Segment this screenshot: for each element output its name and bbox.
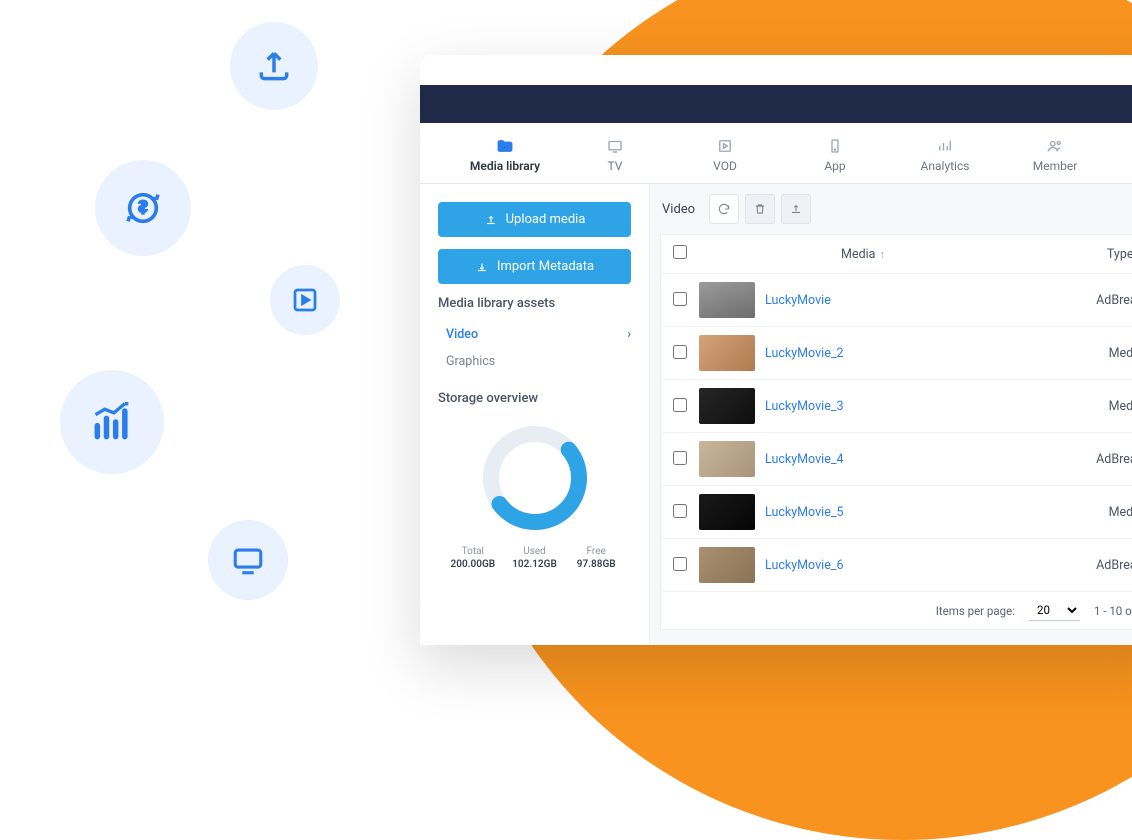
feature-monetize-icon — [95, 160, 191, 256]
table-pager: Items per page: 20 1 - 10 of 6 — [661, 592, 1132, 629]
table-row: LuckyMovie_6 AdBreak — [661, 539, 1132, 592]
row-checkbox[interactable] — [673, 345, 687, 359]
refresh-button[interactable] — [709, 194, 739, 224]
table-header: Media↑ Type↑ — [661, 235, 1132, 274]
media-type: AdBreak — [1027, 558, 1132, 573]
phone-icon — [790, 137, 880, 155]
pager-label: Items per page: — [936, 604, 1015, 618]
feature-analytics-icon — [60, 370, 164, 474]
media-thumbnail — [699, 388, 755, 424]
media-type: Media — [1027, 346, 1132, 361]
app-window: Media library TV VOD App Analytics Member Upl… — [420, 55, 1132, 645]
media-name-link[interactable]: LuckyMovie_3 — [765, 399, 844, 414]
tab-app[interactable]: App — [780, 123, 890, 183]
pager-range: 1 - 10 of 6 — [1094, 604, 1132, 618]
tab-label: Analytics — [900, 159, 990, 173]
upload-media-button[interactable]: Upload media — [438, 202, 631, 237]
import-metadata-button[interactable]: Import Metadata — [438, 249, 631, 284]
tab-label: TV — [570, 159, 660, 173]
tab-label: Member — [1010, 159, 1100, 173]
tab-member[interactable]: Member — [1000, 123, 1110, 183]
toolbar-context-label: Video — [662, 202, 695, 217]
tab-media-library[interactable]: Media library — [450, 123, 560, 183]
media-thumbnail — [699, 282, 755, 318]
export-button[interactable] — [781, 194, 811, 224]
feature-play-icon — [270, 265, 340, 335]
media-thumbnail — [699, 441, 755, 477]
asset-item-graphics[interactable]: Graphics — [446, 348, 631, 375]
media-thumbnail — [699, 494, 755, 530]
delete-button[interactable] — [745, 194, 775, 224]
media-name-link[interactable]: LuckyMovie_5 — [765, 505, 844, 520]
tab-analytics[interactable]: Analytics — [890, 123, 1000, 183]
import-metadata-label: Import Metadata — [497, 259, 594, 274]
media-name-link[interactable]: LuckyMovie_4 — [765, 452, 844, 467]
feature-upload-icon — [230, 22, 318, 110]
upload-media-label: Upload media — [506, 212, 586, 227]
tab-label: VOD — [680, 159, 770, 173]
asset-list: Video›Graphics — [438, 321, 631, 375]
member-icon — [1010, 137, 1100, 155]
feature-monitor-icon — [208, 520, 288, 600]
tv-icon — [570, 137, 660, 155]
table-row: LuckyMovie AdBreak — [661, 274, 1132, 327]
media-table: Media↑ Type↑ LuckyMovieAdBreakLuckyMovie… — [660, 234, 1132, 630]
storage-total-label: Total — [442, 546, 504, 557]
analytics-icon — [900, 137, 990, 155]
sidebar: Upload media Import Metadata Media libra… — [420, 184, 650, 645]
table-row: LuckyMovie_4 AdBreak — [661, 433, 1132, 486]
media-type: AdBreak — [1027, 293, 1132, 308]
media-type: Media — [1027, 505, 1132, 520]
storage-donut — [475, 418, 595, 538]
top-navbar — [420, 85, 1132, 123]
select-all-checkbox[interactable] — [673, 245, 687, 259]
media-name-link[interactable]: LuckyMovie — [765, 293, 831, 308]
media-type: AdBreak — [1027, 452, 1132, 467]
table-row: LuckyMovie_3 Media — [661, 380, 1132, 433]
row-checkbox[interactable] — [673, 292, 687, 306]
storage-free-label: Free — [565, 546, 627, 557]
sort-asc-icon: ↑ — [879, 248, 885, 261]
tab-vod[interactable]: VOD — [670, 123, 780, 183]
folder-icon — [460, 137, 550, 155]
storage-free-value: 97.88GB — [565, 559, 627, 570]
row-checkbox[interactable] — [673, 504, 687, 518]
row-checkbox[interactable] — [673, 451, 687, 465]
tab-label: Media library — [460, 159, 550, 173]
table-toolbar: Video — [650, 184, 1132, 234]
items-per-page-select[interactable]: 20 — [1029, 600, 1080, 621]
table-row: LuckyMovie_5 Media — [661, 486, 1132, 539]
row-checkbox[interactable] — [673, 557, 687, 571]
media-name-link[interactable]: LuckyMovie_6 — [765, 558, 844, 573]
column-media-header[interactable]: Media↑ — [699, 247, 1027, 262]
media-type: Media — [1027, 399, 1132, 414]
table-row: LuckyMovie_2 Media — [661, 327, 1132, 380]
storage-total-value: 200.00GB — [442, 559, 504, 570]
main-tabs: Media library TV VOD App Analytics Member — [420, 123, 1132, 184]
column-type-header[interactable]: Type↑ — [1027, 247, 1132, 262]
media-name-link[interactable]: LuckyMovie_2 — [765, 346, 844, 361]
tab-label: App — [790, 159, 880, 173]
play-icon — [680, 137, 770, 155]
asset-item-video[interactable]: Video› — [446, 321, 631, 348]
media-thumbnail — [699, 547, 755, 583]
assets-section-title: Media library assets — [438, 296, 631, 311]
row-checkbox[interactable] — [673, 398, 687, 412]
storage-used-value: 102.12GB — [504, 559, 566, 570]
tab-tv[interactable]: TV — [560, 123, 670, 183]
chevron-right-icon: › — [627, 327, 631, 342]
window-titlebar — [420, 55, 1132, 85]
media-thumbnail — [699, 335, 755, 371]
